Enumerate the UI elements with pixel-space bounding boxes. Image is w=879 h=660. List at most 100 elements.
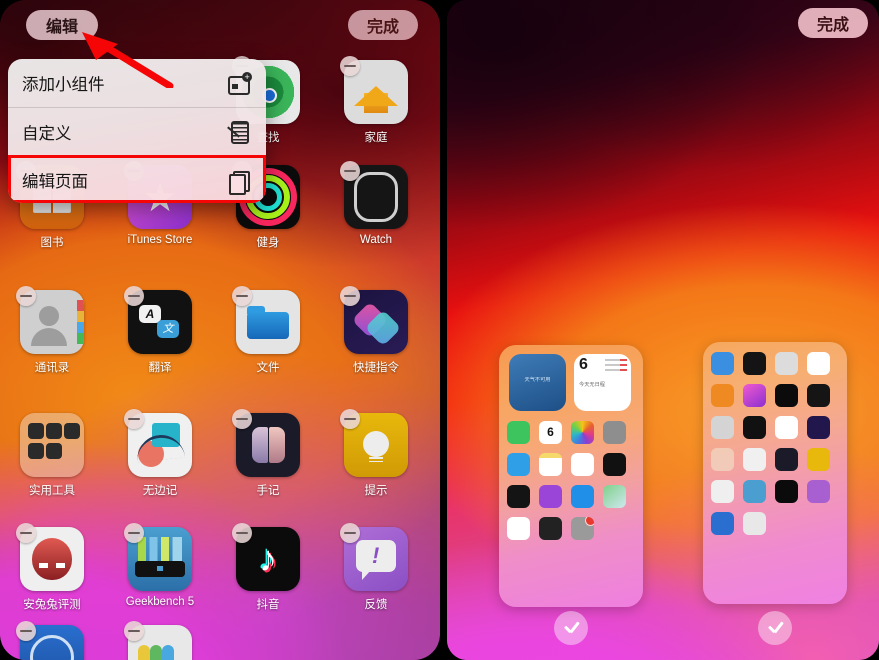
menu-item-label: 添加小组件 [22,76,105,94]
geekbench-icon [743,480,766,503]
page-1-checkmark-circle-icon[interactable] [554,611,588,645]
remove-badge[interactable] [124,409,144,429]
mini-row [711,448,839,471]
app-item[interactable]: Watch [324,161,428,246]
feedback-icon [807,480,830,503]
contacts-icon [711,416,734,439]
app-label: 快捷指令 [353,362,399,374]
appstore-icon [571,485,594,508]
menu-item-label: 自定义 [22,124,72,143]
app-label: 提示 [364,485,388,497]
facetime-icon [507,421,530,444]
edit-button[interactable]: 编辑 [26,10,98,40]
mini-row [711,384,839,407]
maps-icon [603,485,626,508]
app-label: Watch [359,234,393,246]
remove-badge[interactable] [232,286,252,306]
app-item[interactable]: 手记 [216,409,320,498]
mini-row [507,485,635,508]
remove-badge[interactable] [340,286,360,306]
menu-item-add-widget[interactable]: 添加小组件 + [8,59,266,107]
mini-row [507,453,635,476]
calendar-widget: 6 今天无日程 [574,354,631,411]
weather-icon [711,352,734,375]
app-item[interactable]: 安兔兔评测 [0,523,104,612]
freeform-icon [743,448,766,471]
mini-app-grid [711,352,839,544]
page-editor-panel: 完成 天气不可用 6 今天无日程 6 [447,0,879,660]
mini-row [507,517,635,540]
remove-badge[interactable] [232,523,252,543]
app-item[interactable]: 无边记 [108,409,212,498]
app-item[interactable]: ♪ 抖音 [216,523,320,612]
remove-badge[interactable] [16,523,36,543]
wallet-icon [539,517,562,540]
findmy-icon [775,352,798,375]
context-menu: 添加小组件 + 自定义 编辑页面 [8,59,266,203]
page-2-checkmark-circle-icon[interactable] [758,611,792,645]
app-item[interactable]: 实用工具 [0,413,104,498]
remove-badge[interactable] [16,286,36,306]
mini-row [711,416,839,439]
utilities-folder-icon [20,413,84,477]
menu-item-customize[interactable]: 自定义 [8,107,266,155]
app-label: 手记 [256,485,280,497]
app-item[interactable]: 文件 [216,286,320,375]
stocks-icon [743,352,766,375]
app-label: 实用工具 [29,485,75,497]
remove-badge[interactable] [16,621,36,641]
antutu-icon [711,480,734,503]
app-item[interactable]: Geekbench 5 [108,523,212,608]
tiktok-icon [775,480,798,503]
page-thumbnail-1[interactable]: 天气不可用 6 今天无日程 6 [499,345,643,607]
books-icon [711,384,734,407]
remove-badge[interactable] [340,161,360,181]
journal-icon [775,448,798,471]
calendar-widget-date: 6 [579,356,588,373]
empty-slot [603,517,626,540]
app-label: 安兔兔评测 [23,599,81,611]
done-button-left[interactable]: 完成 [348,10,418,40]
app-label: 图书 [40,237,64,249]
home-icon [807,352,830,375]
app-label: 翻译 [148,362,172,374]
podcasts-icon [539,485,562,508]
app-label: 无边记 [142,485,178,497]
app-label: 文件 [256,362,280,374]
weather-widget-text: 天气不可用 [524,377,551,383]
done-button-right[interactable]: 完成 [798,8,868,38]
app-label: 健身 [256,237,280,249]
calendar-widget-text: 今天无日程 [579,382,605,388]
keys-app-icon [743,512,766,535]
app-item[interactable]: 通讯录 [0,286,104,375]
calendar-icon: 6 [539,421,562,444]
reminders-icon [571,453,594,476]
utilities-folder-icon [711,448,734,471]
page-thumbnail-2[interactable] [703,342,847,604]
fitness-icon [775,384,798,407]
remove-badge[interactable] [124,523,144,543]
remove-badge[interactable] [340,523,360,543]
remove-badge[interactable] [340,56,360,76]
notification-badge [585,517,594,526]
remove-badge[interactable] [232,409,252,429]
app-item[interactable]: ! 反馈 [324,523,428,612]
app-item[interactable]: 家庭 [324,56,428,145]
app-item[interactable] [108,621,212,660]
app-item[interactable]: A文 翻译 [108,286,212,375]
tips-icon [807,448,830,471]
mini-row: 6 [507,421,635,444]
menu-item-edit-pages[interactable]: 编辑页面 [8,155,266,203]
remove-badge[interactable] [124,286,144,306]
app-item[interactable] [0,621,104,660]
shortcuts-icon [807,416,830,439]
remove-badge[interactable] [340,409,360,429]
itunes-store-icon [743,384,766,407]
remove-badge[interactable] [124,621,144,641]
app-item[interactable]: 快捷指令 [324,286,428,375]
calendar-widget-lines [605,359,627,373]
app-label: iTunes Store [127,234,193,246]
watch-icon [807,384,830,407]
mini-row [711,480,839,503]
app-item[interactable]: 提示 [324,409,428,498]
